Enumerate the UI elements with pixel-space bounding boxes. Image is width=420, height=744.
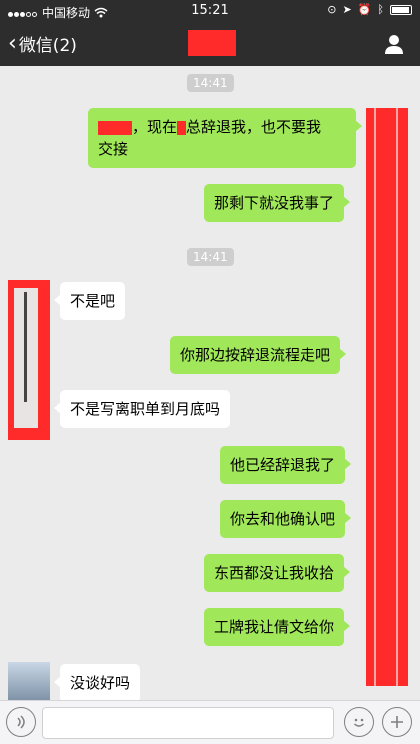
location-icon: ➤ xyxy=(342,3,352,16)
redacted-name xyxy=(98,120,132,135)
message-text: ，现在 xyxy=(132,118,178,136)
chat-area[interactable]: 14:41 ，现在 总辞退我，也不要我 交接 那剩下就没我事了 14:41 不是吧… xyxy=(0,66,420,700)
lock-rotation-icon: ⊙ xyxy=(327,3,337,16)
message-bubble-outgoing[interactable]: 工牌我让倩文给你 xyxy=(204,608,351,646)
message-text-line2: 交接 xyxy=(98,140,129,158)
message-text: 总辞退我，也不要我 xyxy=(186,118,322,136)
timestamp: 14:41 xyxy=(187,248,234,266)
message-bubble-outgoing[interactable]: 你那边按辞退流程走吧 xyxy=(170,336,347,374)
status-right: ⊙ ➤ ⏰ ᛒ xyxy=(327,3,412,16)
person-icon[interactable] xyxy=(382,32,406,56)
message-bubble-incoming[interactable]: 不是吧 xyxy=(53,282,126,320)
emoji-icon[interactable] xyxy=(344,707,374,737)
message-bubble-outgoing[interactable]: 东西都没让我收拾 xyxy=(204,554,351,592)
alarm-icon: ⏰ xyxy=(357,3,372,16)
message-text-line1: ，现在 总辞退我，也不要我 xyxy=(98,116,346,138)
contact-avatar[interactable] xyxy=(8,662,50,700)
message-bubble-outgoing[interactable]: 你去和他确认吧 xyxy=(220,500,352,538)
my-avatar-redacted[interactable] xyxy=(366,108,408,686)
battery-icon xyxy=(390,4,412,15)
message-bubble-incoming[interactable]: 不是写离职单到月底吗 xyxy=(53,390,231,428)
message-bubble-incoming[interactable]: 没谈好吗 xyxy=(53,664,141,700)
message-bubble-outgoing[interactable]: ，现在 总辞退我，也不要我 交接 xyxy=(88,108,362,168)
message-input[interactable] xyxy=(42,707,334,739)
voice-icon[interactable] xyxy=(6,707,36,737)
chevron-left-icon: ‹ xyxy=(8,30,17,56)
nav-bar: ‹ 微信(2) xyxy=(0,22,420,66)
timestamp: 14:41 xyxy=(187,74,234,92)
back-button[interactable]: ‹ 微信(2) xyxy=(8,31,77,56)
chat-title-redacted xyxy=(188,30,236,56)
plus-icon[interactable] xyxy=(382,707,412,737)
contact-avatar-redacted[interactable] xyxy=(8,280,50,440)
input-bar xyxy=(0,700,420,744)
redacted-name xyxy=(177,120,187,135)
message-bubble-outgoing[interactable]: 他已经辞退我了 xyxy=(220,446,352,484)
message-bubble-outgoing[interactable]: 那剩下就没我事了 xyxy=(204,184,351,222)
back-label: 微信(2) xyxy=(18,36,77,56)
status-bar: 中国移动 15:21 ⊙ ➤ ⏰ ᛒ xyxy=(0,0,420,22)
bluetooth-icon: ᛒ xyxy=(377,3,384,16)
